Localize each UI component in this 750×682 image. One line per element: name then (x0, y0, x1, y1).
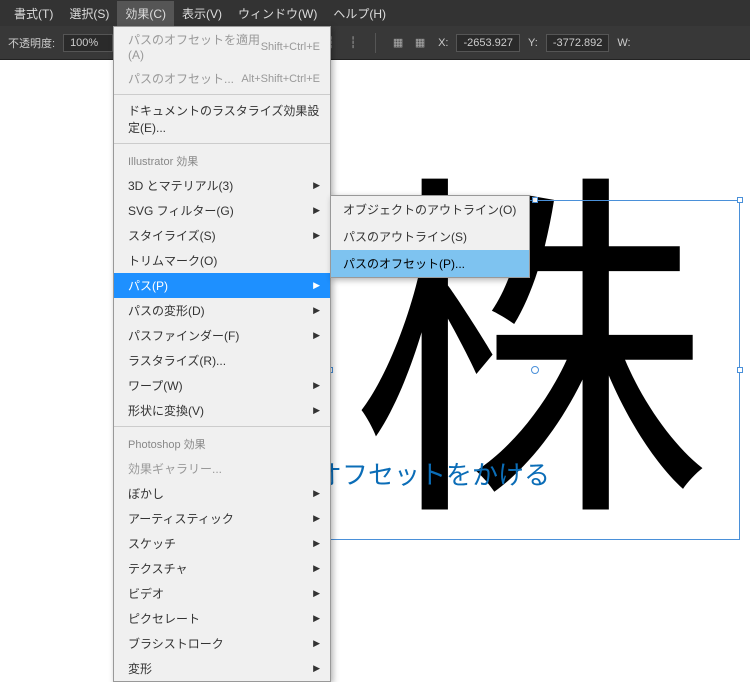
menu-item[interactable]: 書式(T) (6, 1, 61, 26)
grid-icon[interactable]: ▦ (410, 33, 430, 53)
y-label: Y: (528, 37, 538, 49)
chevron-right-icon: ▶ (313, 488, 320, 499)
chevron-right-icon: ▶ (313, 513, 320, 524)
menu-item[interactable]: アーティスティック▶ (114, 506, 330, 531)
menu-bar: 書式(T)選択(S)効果(C)表示(V)ウィンドウ(W)ヘルプ(H) (0, 0, 750, 26)
effects-menu: パスのオフセットを適用(A)Shift+Ctrl+Eパスのオフセット...Alt… (113, 26, 331, 682)
menu-item: パスのオフセット...Alt+Shift+Ctrl+E (114, 66, 330, 91)
resize-handle[interactable] (737, 367, 743, 373)
x-field[interactable]: -2653.927 (456, 34, 520, 52)
chevron-right-icon: ▶ (313, 638, 320, 649)
chevron-right-icon: ▶ (313, 280, 320, 291)
menu-item[interactable]: 変形▶ (114, 656, 330, 681)
resize-handle[interactable] (532, 197, 538, 203)
chevron-right-icon: ▶ (313, 613, 320, 624)
menu-item[interactable]: 表示(V) (174, 1, 230, 26)
menu-item[interactable]: パス(P)▶ (114, 273, 330, 298)
chevron-right-icon: ▶ (313, 305, 320, 316)
menu-item[interactable]: ウィンドウ(W) (230, 1, 325, 26)
menu-section-header: Illustrator 効果 (114, 147, 330, 173)
path-submenu: オブジェクトのアウトライン(O)パスのアウトライン(S)パスのオフセット(P).… (330, 195, 530, 278)
menu-item[interactable]: ぼかし▶ (114, 481, 330, 506)
grid-icon[interactable]: ▦ (388, 33, 408, 53)
menu-item[interactable]: スタイライズ(S)▶ (114, 223, 330, 248)
menu-item[interactable]: 選択(S) (61, 1, 117, 26)
menu-item[interactable]: ラスタライズ(R)... (114, 348, 330, 373)
menu-item[interactable]: テクスチャ▶ (114, 556, 330, 581)
menu-item[interactable]: トリムマーク(O) (114, 248, 330, 273)
menu-item[interactable]: 効果(C) (117, 1, 174, 26)
chevron-right-icon: ▶ (313, 230, 320, 241)
menu-item: 効果ギャラリー... (114, 456, 330, 481)
menu-item[interactable]: ビデオ▶ (114, 581, 330, 606)
menu-item[interactable]: ヘルプ(H) (325, 1, 394, 26)
menu-item: パスのオフセットを適用(A)Shift+Ctrl+E (114, 27, 330, 66)
menu-item[interactable]: 形状に変換(V)▶ (114, 398, 330, 423)
menu-item[interactable]: 3D とマテリアル(3)▶ (114, 173, 330, 198)
dist-icon[interactable]: ┆ (343, 33, 363, 53)
center-point[interactable] (531, 366, 539, 374)
x-label: X: (438, 37, 448, 49)
submenu-item[interactable]: オブジェクトのアウトライン(O) (331, 196, 529, 223)
chevron-right-icon: ▶ (313, 180, 320, 191)
chevron-right-icon: ▶ (313, 380, 320, 391)
menu-item[interactable]: ワープ(W)▶ (114, 373, 330, 398)
menu-item[interactable]: ピクセレート▶ (114, 606, 330, 631)
chevron-right-icon: ▶ (313, 663, 320, 674)
opacity-label: 不透明度: (8, 35, 55, 51)
chevron-right-icon: ▶ (313, 563, 320, 574)
menu-item[interactable]: SVG フィルター(G)▶ (114, 198, 330, 223)
chevron-right-icon: ▶ (313, 330, 320, 341)
chevron-right-icon: ▶ (313, 405, 320, 416)
menu-item[interactable]: パスファインダー(F)▶ (114, 323, 330, 348)
chevron-right-icon: ▶ (313, 588, 320, 599)
menu-item[interactable]: スケッチ▶ (114, 531, 330, 556)
resize-handle[interactable] (737, 197, 743, 203)
menu-item[interactable]: ブラシストローク▶ (114, 631, 330, 656)
opacity-field[interactable]: 100% (63, 34, 113, 52)
menu-item[interactable]: パスの変形(D)▶ (114, 298, 330, 323)
chevron-right-icon: ▶ (313, 538, 320, 549)
transform-icons: ▦ ▦ (388, 33, 430, 53)
chevron-right-icon: ▶ (313, 205, 320, 216)
submenu-item[interactable]: パスのアウトライン(S) (331, 223, 529, 250)
menu-section-header: Photoshop 効果 (114, 430, 330, 456)
y-field[interactable]: -3772.892 (546, 34, 610, 52)
w-label: W: (617, 37, 630, 49)
submenu-item[interactable]: パスのオフセット(P)... (331, 250, 529, 277)
menu-item[interactable]: ドキュメントのラスタライズ効果設定(E)... (114, 98, 330, 140)
